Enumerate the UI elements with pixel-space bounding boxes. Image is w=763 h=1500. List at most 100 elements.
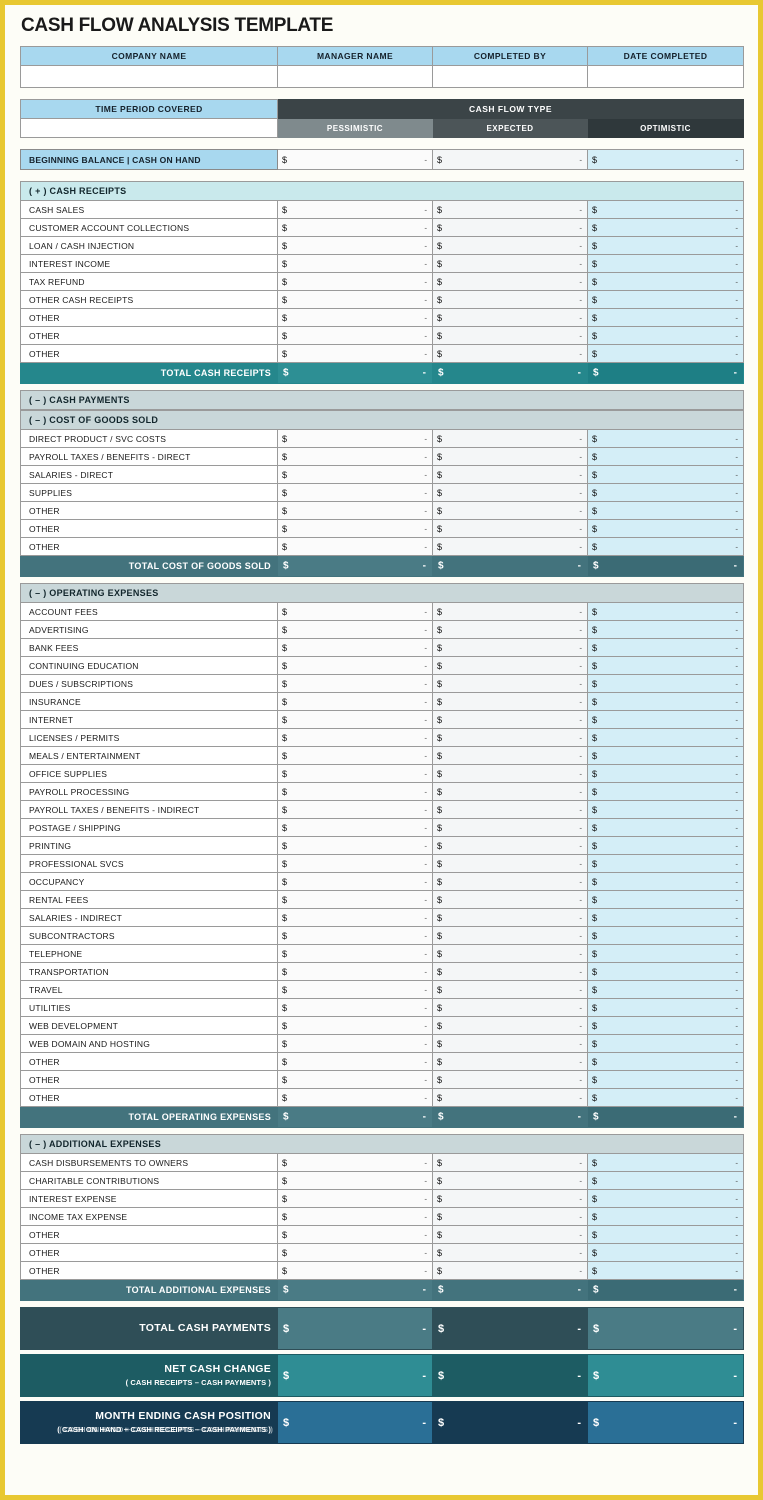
cell-optimistic[interactable]: $ - (587, 926, 744, 945)
cell-expected[interactable]: $ - (432, 447, 588, 466)
cell-pessimistic[interactable]: $ - (277, 890, 433, 909)
cell-pessimistic[interactable]: $ - (277, 519, 433, 538)
cell-pessimistic[interactable]: $ - (277, 429, 433, 448)
beginning-balance-pessimistic[interactable]: $ - (277, 149, 433, 170)
cell-optimistic[interactable]: $ - (587, 483, 744, 502)
cell-optimistic[interactable]: $ - (587, 501, 744, 520)
cell-pessimistic[interactable]: $ - (277, 638, 433, 657)
cell-optimistic[interactable]: $ - (587, 326, 744, 345)
cell-optimistic[interactable]: $ - (587, 890, 744, 909)
cell-optimistic[interactable]: $ - (587, 764, 744, 783)
cell-expected[interactable]: $ - (432, 872, 588, 891)
cell-expected[interactable]: $ - (432, 890, 588, 909)
cell-optimistic[interactable]: $ - (587, 638, 744, 657)
cell-pessimistic[interactable]: $ - (277, 656, 433, 675)
cell-optimistic[interactable]: $ - (587, 344, 744, 363)
cell-optimistic[interactable]: $ - (587, 980, 744, 999)
cell-expected[interactable]: $ - (432, 656, 588, 675)
cell-expected[interactable]: $ - (432, 1225, 588, 1244)
cell-pessimistic[interactable]: $ - (277, 218, 433, 237)
cell-pessimistic[interactable]: $ - (277, 674, 433, 693)
input-manager-name[interactable] (277, 65, 433, 88)
cell-pessimistic[interactable]: $ - (277, 501, 433, 520)
cell-expected[interactable]: $ - (432, 501, 588, 520)
cell-pessimistic[interactable]: $ - (277, 926, 433, 945)
cell-pessimistic[interactable]: $ - (277, 326, 433, 345)
cell-optimistic[interactable]: $ - (587, 620, 744, 639)
cell-optimistic[interactable]: $ - (587, 908, 744, 927)
cell-pessimistic[interactable]: $ - (277, 537, 433, 556)
cell-expected[interactable]: $ - (432, 465, 588, 484)
cell-expected[interactable]: $ - (432, 1034, 588, 1053)
cell-optimistic[interactable]: $ - (587, 872, 744, 891)
cell-pessimistic[interactable]: $ - (277, 465, 433, 484)
cell-expected[interactable]: $ - (432, 1153, 588, 1172)
cell-expected[interactable]: $ - (432, 782, 588, 801)
cell-pessimistic[interactable]: $ - (277, 344, 433, 363)
input-date-completed[interactable] (587, 65, 744, 88)
cell-optimistic[interactable]: $ - (587, 818, 744, 837)
cell-pessimistic[interactable]: $ - (277, 872, 433, 891)
cell-expected[interactable]: $ - (432, 200, 588, 219)
cell-expected[interactable]: $ - (432, 1207, 588, 1226)
cell-expected[interactable]: $ - (432, 1052, 588, 1071)
cell-optimistic[interactable]: $ - (587, 1171, 744, 1190)
cell-optimistic[interactable]: $ - (587, 254, 744, 273)
cell-pessimistic[interactable]: $ - (277, 447, 433, 466)
cell-expected[interactable]: $ - (432, 746, 588, 765)
cell-expected[interactable]: $ - (432, 272, 588, 291)
cell-pessimistic[interactable]: $ - (277, 836, 433, 855)
cell-pessimistic[interactable]: $ - (277, 1243, 433, 1262)
cell-optimistic[interactable]: $ - (587, 998, 744, 1017)
cell-optimistic[interactable]: $ - (587, 200, 744, 219)
cell-pessimistic[interactable]: $ - (277, 710, 433, 729)
cell-optimistic[interactable]: $ - (587, 1016, 744, 1035)
cell-pessimistic[interactable]: $ - (277, 908, 433, 927)
cell-expected[interactable]: $ - (432, 1070, 588, 1089)
cell-pessimistic[interactable]: $ - (277, 980, 433, 999)
beginning-balance-optimistic[interactable]: $ - (587, 149, 744, 170)
cell-pessimistic[interactable]: $ - (277, 1070, 433, 1089)
cell-pessimistic[interactable]: $ - (277, 1088, 433, 1107)
cell-optimistic[interactable]: $ - (587, 1207, 744, 1226)
cell-expected[interactable]: $ - (432, 638, 588, 657)
cell-pessimistic[interactable]: $ - (277, 1171, 433, 1190)
cell-pessimistic[interactable]: $ - (277, 1153, 433, 1172)
cell-expected[interactable]: $ - (432, 344, 588, 363)
cell-expected[interactable]: $ - (432, 218, 588, 237)
cell-expected[interactable]: $ - (432, 692, 588, 711)
cell-expected[interactable]: $ - (432, 254, 588, 273)
cell-pessimistic[interactable]: $ - (277, 800, 433, 819)
cell-optimistic[interactable]: $ - (587, 290, 744, 309)
cell-pessimistic[interactable]: $ - (277, 254, 433, 273)
cell-optimistic[interactable]: $ - (587, 519, 744, 538)
cell-pessimistic[interactable]: $ - (277, 944, 433, 963)
cell-pessimistic[interactable]: $ - (277, 1261, 433, 1280)
cell-pessimistic[interactable]: $ - (277, 962, 433, 981)
cell-expected[interactable]: $ - (432, 818, 588, 837)
cell-expected[interactable]: $ - (432, 674, 588, 693)
cell-optimistic[interactable]: $ - (587, 944, 744, 963)
cell-optimistic[interactable]: $ - (587, 537, 744, 556)
cell-optimistic[interactable]: $ - (587, 710, 744, 729)
beginning-balance-expected[interactable]: $ - (432, 149, 588, 170)
cell-optimistic[interactable]: $ - (587, 429, 744, 448)
company-info-input-row[interactable] (20, 65, 744, 88)
cell-pessimistic[interactable]: $ - (277, 854, 433, 873)
cell-pessimistic[interactable]: $ - (277, 308, 433, 327)
cell-optimistic[interactable]: $ - (587, 728, 744, 747)
cell-pessimistic[interactable]: $ - (277, 1225, 433, 1244)
cell-expected[interactable]: $ - (432, 836, 588, 855)
cell-expected[interactable]: $ - (432, 483, 588, 502)
cell-optimistic[interactable]: $ - (587, 1153, 744, 1172)
cell-optimistic[interactable]: $ - (587, 447, 744, 466)
cell-pessimistic[interactable]: $ - (277, 290, 433, 309)
cell-expected[interactable]: $ - (432, 962, 588, 981)
cell-pessimistic[interactable]: $ - (277, 728, 433, 747)
cell-expected[interactable]: $ - (432, 1171, 588, 1190)
cell-pessimistic[interactable]: $ - (277, 1034, 433, 1053)
cell-expected[interactable]: $ - (432, 1243, 588, 1262)
cell-optimistic[interactable]: $ - (587, 465, 744, 484)
cell-expected[interactable]: $ - (432, 537, 588, 556)
cell-optimistic[interactable]: $ - (587, 962, 744, 981)
